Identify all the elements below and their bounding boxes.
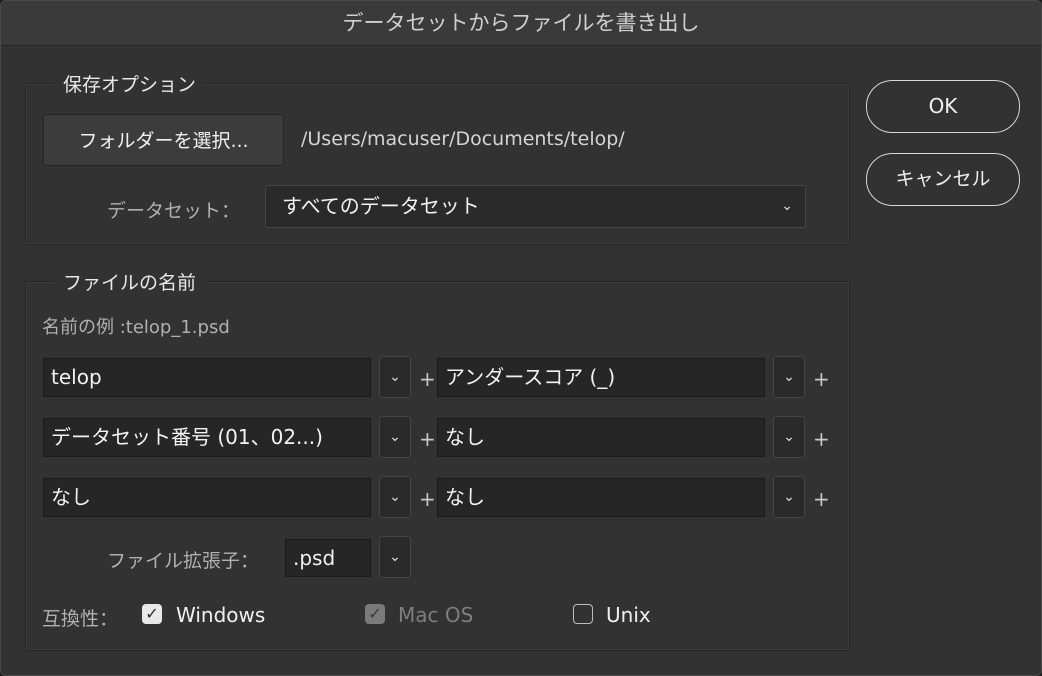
save-options-legend: 保存オプション: [55, 70, 205, 97]
name-part-5-field[interactable]: なし: [43, 478, 371, 517]
name-part-3-field[interactable]: データセット番号 (01、02...): [43, 418, 371, 457]
name-part-4-field[interactable]: なし: [437, 418, 765, 457]
name-example: 名前の例 :telop_1.psd: [42, 317, 230, 338]
folder-path: /Users/macuser/Documents/telop/: [301, 128, 625, 150]
macos-checkbox: ✓: [365, 604, 385, 624]
windows-label: Windows: [176, 603, 266, 627]
checkmark-icon: ✓: [145, 604, 159, 623]
dataset-label: データセット：: [107, 200, 241, 222]
plus-sign: +: [419, 427, 436, 451]
plus-sign: +: [813, 367, 830, 391]
chevron-down-icon[interactable]: ⌄: [773, 356, 805, 398]
choose-folder-button[interactable]: フォルダーを選択...: [43, 114, 284, 166]
windows-checkbox[interactable]: ✓: [142, 604, 162, 624]
name-part-2-field[interactable]: アンダースコア (_): [437, 358, 765, 397]
chevron-down-icon[interactable]: ⌄: [773, 476, 805, 518]
chevron-down-icon[interactable]: ⌄: [379, 356, 411, 398]
macos-label: Mac OS: [398, 603, 474, 627]
plus-sign: +: [813, 487, 830, 511]
compatibility-label: 互換性：: [42, 608, 119, 630]
cancel-button[interactable]: キャンセル: [866, 153, 1020, 206]
chevron-down-icon[interactable]: ⌄: [773, 416, 805, 458]
export-dataset-dialog: データセットからファイルを書き出し 保存オプション フォルダーを選択... /U…: [0, 0, 1042, 676]
ok-button[interactable]: OK: [866, 80, 1020, 133]
chevron-down-icon[interactable]: ⌄: [379, 476, 411, 518]
unix-label: Unix: [606, 603, 651, 627]
extension-field[interactable]: .psd: [285, 539, 371, 577]
checkmark-icon: ✓: [368, 604, 382, 623]
name-part-6-field[interactable]: なし: [437, 478, 765, 517]
name-part-1-field[interactable]: telop: [43, 358, 371, 397]
unix-checkbox[interactable]: [573, 604, 593, 624]
chevron-down-icon[interactable]: ⌄: [379, 536, 411, 578]
plus-sign: +: [813, 427, 830, 451]
dataset-select[interactable]: すべてのデータセット ⌄: [265, 185, 806, 228]
plus-sign: +: [419, 367, 436, 391]
chevron-down-icon: ⌄: [781, 198, 793, 214]
chevron-down-icon[interactable]: ⌄: [379, 416, 411, 458]
plus-sign: +: [419, 487, 436, 511]
extension-label: ファイル拡張子：: [107, 550, 260, 572]
file-name-legend: ファイルの名前: [55, 268, 205, 295]
window-title: データセットからファイルを書き出し: [1, 1, 1041, 46]
dataset-select-value: すべてのデータセット: [282, 194, 480, 218]
